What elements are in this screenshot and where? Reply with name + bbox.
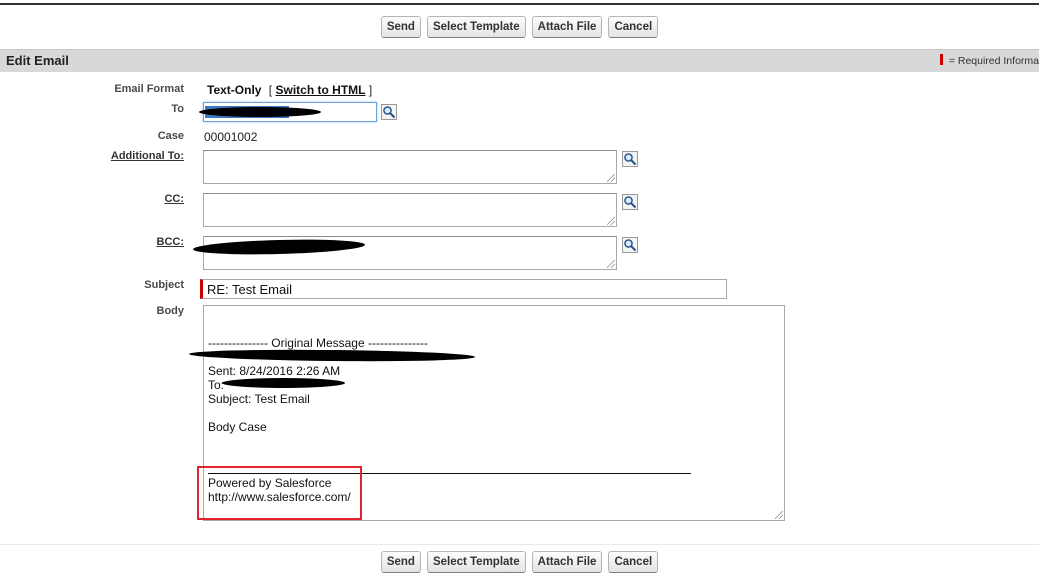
bottom-divider (0, 544, 1039, 545)
send-button[interactable]: Send (380, 16, 421, 38)
top-border (0, 3, 1039, 5)
attach-file-button[interactable]: Attach File (531, 551, 603, 573)
redaction-mark (222, 378, 345, 388)
body-to-line: To: (208, 378, 225, 392)
body-sent-line: Sent: 8/24/2016 2:26 AM (208, 364, 341, 378)
email-format: Text-Only [ Switch to HTML ] (207, 83, 372, 97)
switch-to-html-link[interactable]: Switch to HTML (275, 83, 365, 97)
additional-to-field[interactable] (203, 150, 617, 184)
additional-to-label[interactable]: Additional To: (0, 150, 184, 162)
body-case-line: Body Case (208, 420, 267, 434)
body-label: Body (156, 305, 185, 317)
select-template-button[interactable]: Select Template (426, 551, 526, 573)
subject-label: Subject (144, 279, 184, 291)
body-original-message: --------------- Original Message -------… (208, 336, 428, 350)
resize-grip-icon[interactable] (607, 174, 615, 182)
email-format-label: Email Format (114, 83, 184, 95)
required-legend: = Required Informa (939, 54, 1039, 67)
cc-label[interactable]: CC: (0, 193, 184, 205)
cancel-button[interactable]: Cancel (608, 16, 659, 38)
bracket-close: ] (368, 83, 373, 97)
bcc-label[interactable]: BCC: (0, 236, 185, 248)
email-format-value: Text-Only (207, 83, 262, 97)
section-title: Edit Email (6, 53, 69, 68)
additional-to-lookup-icon[interactable] (622, 151, 638, 167)
resize-grip-icon[interactable] (775, 511, 783, 519)
cancel-button[interactable]: Cancel (608, 551, 659, 573)
bracket-open: [ (268, 83, 273, 97)
resize-grip-icon[interactable] (607, 217, 615, 225)
bcc-lookup-icon[interactable] (622, 237, 638, 253)
required-marker-icon (939, 54, 943, 65)
top-button-bar: Send Select Template Attach File Cancel (0, 16, 1039, 38)
attach-file-button[interactable]: Attach File (531, 16, 603, 38)
subject-input[interactable]: RE: Test Email (200, 279, 727, 299)
cc-field[interactable] (203, 193, 617, 227)
to-lookup-icon[interactable] (381, 104, 397, 120)
resize-grip-icon[interactable] (607, 260, 615, 268)
send-button[interactable]: Send (380, 551, 421, 573)
redaction-mark (199, 107, 321, 117)
select-template-button[interactable]: Select Template (426, 16, 526, 38)
cc-lookup-icon[interactable] (622, 194, 638, 210)
case-value: 00001002 (204, 130, 258, 144)
bottom-button-bar: Send Select Template Attach File Cancel (0, 551, 1039, 573)
to-label: To (171, 103, 184, 115)
required-legend-text: = Required Informa (948, 55, 1039, 67)
body-subject-line: Subject: Test Email (208, 392, 310, 406)
section-header: Edit Email = Required Informa (0, 49, 1039, 72)
annotation-highlight-box (197, 466, 362, 520)
case-label: Case (157, 130, 184, 142)
